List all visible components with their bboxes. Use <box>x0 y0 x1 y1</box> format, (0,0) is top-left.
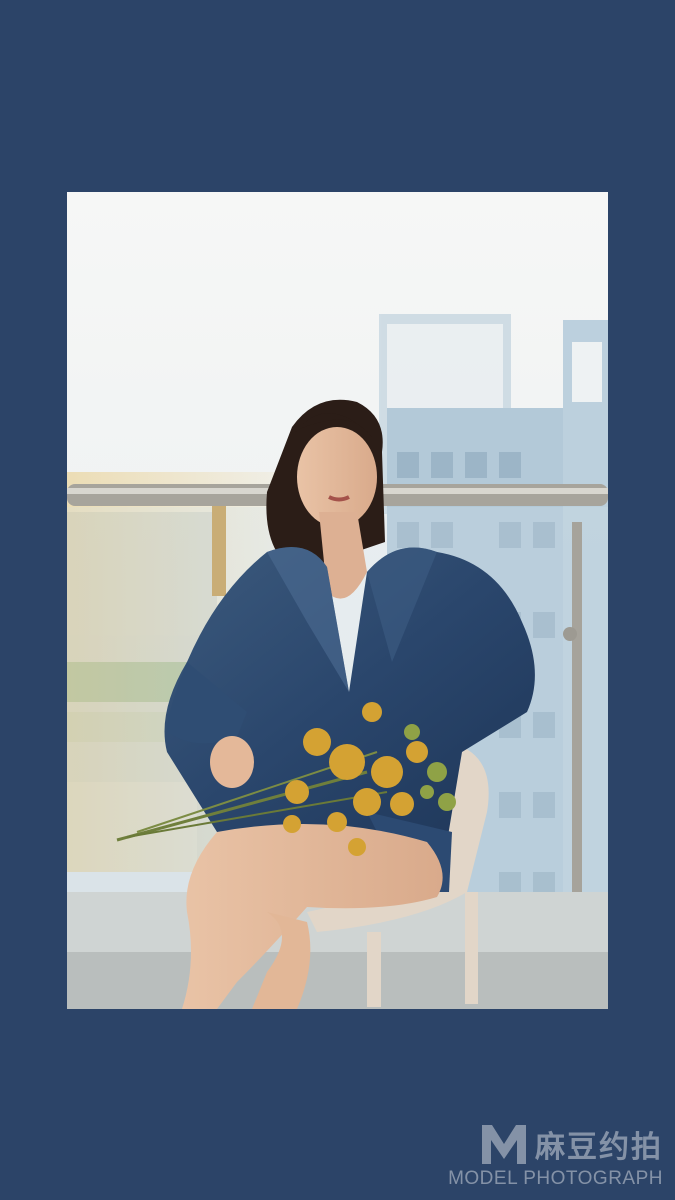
brand-watermark: 麻豆约拍 MODEL PHOTOGRAPH <box>448 1122 663 1190</box>
watermark-row: 麻豆约拍 <box>448 1122 663 1166</box>
hand <box>210 736 254 788</box>
photo-frame <box>67 192 608 1009</box>
photo-illustration <box>67 192 608 1009</box>
brand-name-cn: 麻豆约拍 <box>535 1130 663 1165</box>
m-logo-icon <box>479 1122 529 1166</box>
brand-name-en: MODEL PHOTOGRAPH <box>448 1168 663 1189</box>
